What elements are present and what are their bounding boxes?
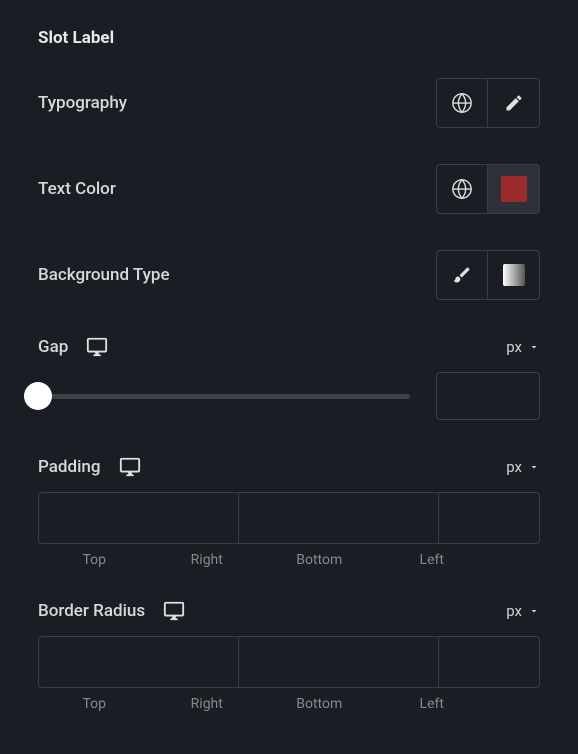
border-radius-bottom-input[interactable] bbox=[439, 637, 578, 687]
padding-label: Padding bbox=[38, 457, 101, 477]
text-color-buttons bbox=[436, 164, 540, 214]
border-radius-inputs bbox=[38, 636, 540, 688]
typography-edit-button[interactable] bbox=[488, 79, 539, 127]
border-radius-right-label: Right bbox=[151, 696, 264, 712]
gap-label: Gap bbox=[38, 337, 68, 357]
text-color-row: Text Color bbox=[38, 164, 540, 214]
chevron-down-icon bbox=[528, 605, 540, 617]
padding-unit-label: px bbox=[506, 458, 522, 476]
chevron-down-icon bbox=[528, 341, 540, 353]
border-radius-label: Border Radius bbox=[38, 601, 145, 621]
text-color-label: Text Color bbox=[38, 179, 116, 199]
typography-row: Typography bbox=[38, 78, 540, 128]
background-classic-button[interactable] bbox=[437, 251, 488, 299]
color-swatch bbox=[501, 176, 527, 202]
padding-bottom-input[interactable] bbox=[439, 493, 578, 543]
border-radius-right-input[interactable] bbox=[239, 637, 439, 687]
background-type-label: Background Type bbox=[38, 265, 170, 285]
padding-right-label: Right bbox=[151, 552, 264, 568]
padding-left-label: Left bbox=[376, 552, 489, 568]
gap-unit-label: px bbox=[506, 338, 522, 356]
background-type-buttons bbox=[436, 250, 540, 300]
pencil-icon bbox=[504, 93, 524, 113]
padding-right-input[interactable] bbox=[239, 493, 439, 543]
text-color-picker-button[interactable] bbox=[488, 165, 539, 213]
gap-row: Gap px bbox=[38, 336, 540, 358]
border-radius-row: Border Radius px bbox=[38, 600, 540, 622]
border-radius-top-label: Top bbox=[38, 696, 151, 712]
background-gradient-button[interactable] bbox=[488, 251, 539, 299]
gap-slider[interactable] bbox=[38, 394, 410, 399]
responsive-icon[interactable] bbox=[86, 336, 108, 358]
gradient-icon bbox=[503, 264, 525, 286]
gap-value-input[interactable] bbox=[436, 372, 540, 420]
responsive-icon[interactable] bbox=[119, 456, 141, 478]
gap-slider-thumb[interactable] bbox=[24, 382, 52, 410]
globe-icon bbox=[451, 92, 473, 114]
brush-icon bbox=[452, 265, 472, 285]
border-radius-unit-select[interactable]: px bbox=[506, 602, 540, 620]
gap-unit-select[interactable]: px bbox=[506, 338, 540, 356]
border-radius-top-input[interactable] bbox=[39, 637, 239, 687]
typography-label: Typography bbox=[38, 93, 127, 113]
border-radius-labels: Top Right Bottom Left bbox=[38, 696, 540, 712]
section-title: Slot Label bbox=[38, 28, 540, 48]
responsive-icon[interactable] bbox=[163, 600, 185, 622]
globe-icon bbox=[451, 178, 473, 200]
padding-bottom-label: Bottom bbox=[263, 552, 376, 568]
border-radius-unit-label: px bbox=[506, 602, 522, 620]
padding-labels: Top Right Bottom Left bbox=[38, 552, 540, 568]
border-radius-left-label: Left bbox=[376, 696, 489, 712]
padding-row: Padding px bbox=[38, 456, 540, 478]
chevron-down-icon bbox=[528, 461, 540, 473]
text-color-global-button[interactable] bbox=[437, 165, 488, 213]
background-type-row: Background Type bbox=[38, 250, 540, 300]
padding-inputs bbox=[38, 492, 540, 544]
padding-unit-select[interactable]: px bbox=[506, 458, 540, 476]
typography-global-button[interactable] bbox=[437, 79, 488, 127]
padding-top-input[interactable] bbox=[39, 493, 239, 543]
gap-slider-container bbox=[38, 372, 540, 420]
typography-buttons bbox=[436, 78, 540, 128]
border-radius-bottom-label: Bottom bbox=[263, 696, 376, 712]
padding-top-label: Top bbox=[38, 552, 151, 568]
